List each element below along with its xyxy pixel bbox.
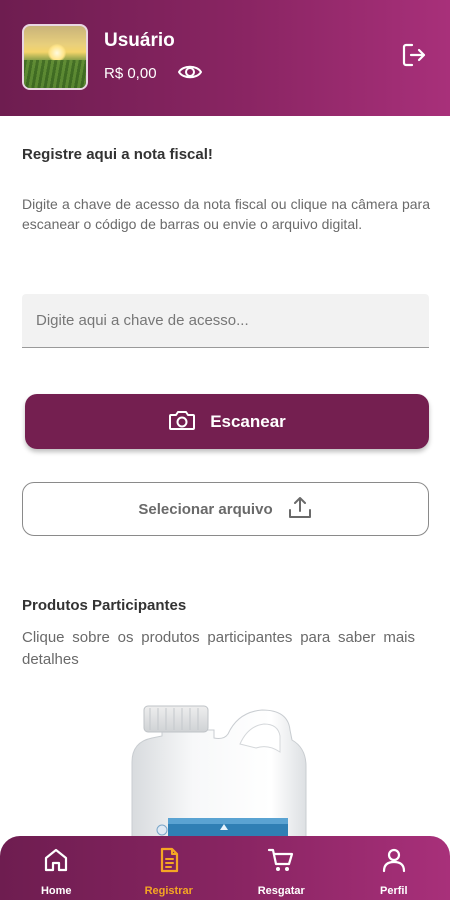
register-title: Registre aqui a nota fiscal! [22,146,213,163]
select-file-button[interactable]: Selecionar arquivo [22,482,429,536]
scan-button-label: Escanear [210,411,286,431]
document-icon [155,846,183,879]
products-title: Produtos Participantes [22,597,187,614]
product-image[interactable] [128,700,318,851]
register-description: Digite a chave de acesso da nota fiscal … [22,196,430,232]
nav-label-registrar: Registrar [144,885,193,897]
camera-icon [168,408,196,435]
balance-value: R$ 0,00 [104,65,157,82]
home-icon [42,846,70,879]
eye-icon[interactable] [177,62,203,82]
access-key-input[interactable] [22,294,429,348]
bottom-navigation: Home Registrar Resgatar Perfil [0,836,450,900]
avatar[interactable] [22,24,88,90]
logout-icon[interactable] [401,42,427,68]
nav-item-registrar[interactable]: Registrar [113,836,226,900]
nav-item-resgatar[interactable]: Resgatar [225,836,338,900]
username: Usuário [104,30,175,51]
avatar-field [24,60,86,88]
nav-label-perfil: Perfil [379,885,408,897]
upload-icon [287,495,313,524]
scan-button[interactable]: Escanear [25,394,429,449]
select-file-label: Selecionar arquivo [138,500,273,518]
user-icon [380,846,408,879]
nav-item-perfil[interactable]: Perfil [338,836,450,900]
products-description: Clique sobre os produtos participantes p… [22,629,415,668]
nav-label-resgatar: Resgatar [257,885,305,897]
app-header: Usuário R$ 0,00 [0,0,450,116]
nav-label-home: Home [40,885,72,897]
nav-item-home[interactable]: Home [0,836,113,900]
cart-icon [267,846,295,879]
